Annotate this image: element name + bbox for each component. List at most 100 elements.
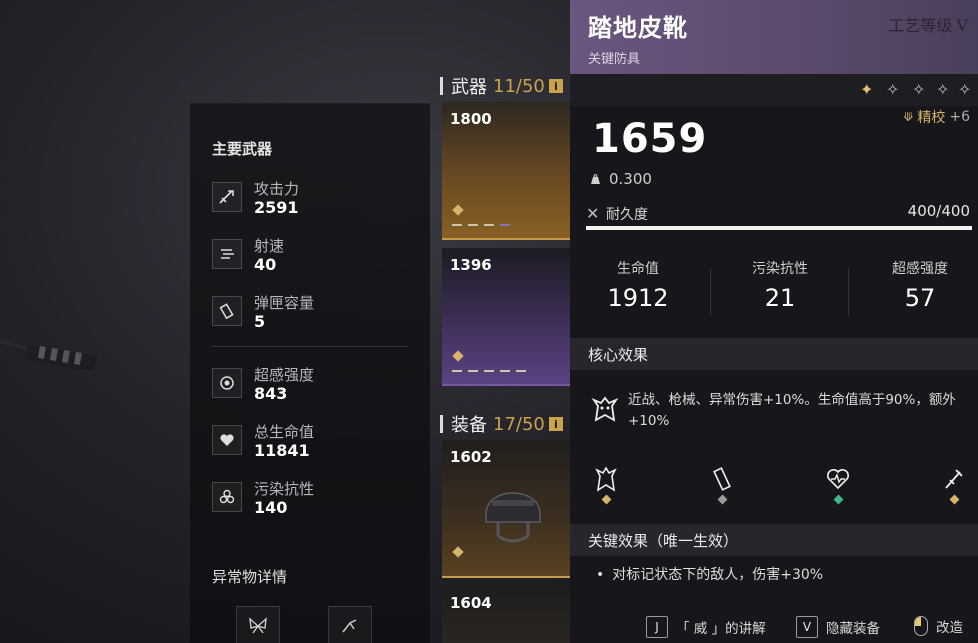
item-detail-header: 踏地皮靴 关键防具 工艺等级 V <box>570 0 978 74</box>
star-empty-icon: ✧ <box>912 80 926 99</box>
stat-label: 总生命值 <box>254 423 315 441</box>
keycap-j: J <box>646 616 668 638</box>
item-score: 1800 <box>450 110 492 128</box>
substat-sense: 超感强度 57 <box>852 258 978 312</box>
rarity-diamond-icon <box>452 546 464 558</box>
upgrade-dashes <box>452 224 510 226</box>
weapon-item-card-2[interactable]: 1396 <box>442 248 570 386</box>
substat-health: 生命值 1912 <box>570 258 706 312</box>
mouse-icon <box>914 616 928 636</box>
biohazard-icon <box>212 482 242 512</box>
rarity-diamond-icon <box>452 350 464 362</box>
item-score: 1604 <box>450 594 492 612</box>
stat-label: 射速 <box>254 237 285 255</box>
stat-fire-rate: 射速 40 <box>212 233 412 275</box>
rarity-underline <box>442 238 570 240</box>
star-empty-icon: ✧ <box>886 80 900 99</box>
beast-icon <box>591 396 619 422</box>
substat-value: 21 <box>764 284 796 312</box>
stat-label: 弹匣容量 <box>254 294 315 312</box>
weight-icon <box>591 173 600 184</box>
stat-value: 40 <box>254 255 277 274</box>
refine-value: +6 <box>949 109 970 125</box>
anomaly-slot-2[interactable] <box>328 606 372 643</box>
hint-label: 隐藏装备 <box>826 621 880 637</box>
stat-magazine: 弹匣容量 5 <box>212 290 412 332</box>
rarity-underline <box>442 576 570 578</box>
rarity-diamond-icon <box>452 204 464 216</box>
divider <box>710 268 711 316</box>
core-effect-header: 核心效果 <box>570 338 978 370</box>
stat-value: 2591 <box>254 198 299 217</box>
core-effect-text: 近战、枪械、异常伤害+10%。生命值高于90%，额外+10% <box>628 392 956 429</box>
divider <box>212 346 408 347</box>
stat-label: 污染抗性 <box>254 480 315 498</box>
info-icon[interactable]: i <box>548 417 563 431</box>
rifle-icon <box>945 469 963 489</box>
section-bar <box>440 77 443 95</box>
stat-value: 11841 <box>254 441 310 460</box>
substat-label: 污染抗性 <box>752 261 808 277</box>
equipment-item-card-2[interactable]: 1604 <box>442 586 570 643</box>
heartbeat-icon <box>827 469 849 490</box>
info-icon[interactable]: i <box>548 79 563 93</box>
stat-value: 843 <box>254 384 288 403</box>
item-detail-panel: 踏地皮靴 关键防具 工艺等级 V ✦ ✧ ✧ ✧ ✧ ⟱ 精校 +6 1659 0… <box>570 0 978 643</box>
beast-icon <box>595 466 617 492</box>
core-slot-beast[interactable] <box>590 466 622 510</box>
upgrade-dashes <box>452 370 526 372</box>
durability-bar-fill <box>586 226 972 230</box>
core-slot-rifle[interactable] <box>938 466 970 510</box>
star-empty-icon: ✧ <box>958 80 972 99</box>
substat-value: 1912 <box>607 284 669 312</box>
substat-label: 生命值 <box>617 261 659 277</box>
stat-label: 攻击力 <box>254 180 300 198</box>
weapons-section-header[interactable]: 武器 11/50 i <box>440 72 570 100</box>
item-score: 1602 <box>450 448 492 466</box>
star-rating: ✦ ✧ ✧ ✧ ✧ <box>570 74 978 106</box>
gem-icon <box>717 494 727 505</box>
core-slot-heartbeat[interactable] <box>822 466 854 510</box>
item-type: 关键防具 <box>588 52 641 67</box>
hint-label: 「 威 」的讲解 <box>676 621 766 637</box>
hint-modify[interactable]: 改造 <box>914 616 963 636</box>
durability-bar <box>586 226 972 230</box>
substats-row: 生命值 1912 污染抗性 21 超感强度 57 <box>570 258 978 328</box>
substat-label: 超感强度 <box>892 261 948 277</box>
rarity-underline <box>442 384 570 386</box>
craft-level-value: V <box>956 16 968 35</box>
equipment-section-header[interactable]: 装备 17/50 i <box>440 410 570 438</box>
gem-icon <box>833 494 843 505</box>
equipment-item-card-1[interactable]: 1602 <box>442 440 570 578</box>
weapons-count: 11/50 <box>493 75 545 97</box>
panel-title: 主要武器 <box>212 140 273 158</box>
stat-value: 140 <box>254 498 288 517</box>
weapon-item-card-1[interactable]: 1800 <box>442 102 570 240</box>
background-weapon-model <box>0 340 97 370</box>
helmet-icon <box>485 492 541 543</box>
gem-icon <box>601 494 611 505</box>
gun-icon <box>713 467 731 491</box>
sense-icon <box>212 368 242 398</box>
key-effect-text: 对标记状态下的敌人，伤害+30% <box>612 567 824 583</box>
weapon-stats-panel: 主要武器 攻击力 2591 射速 40 弹匣容量 5 超感强度 843 总生命值 <box>190 103 430 643</box>
hint-label: 改造 <box>936 620 963 636</box>
refine-label: 精校 <box>917 110 946 126</box>
substat-contamination: 污染抗性 21 <box>712 258 848 312</box>
core-slot-gun[interactable] <box>706 466 738 510</box>
item-name: 踏地皮靴 <box>588 14 688 42</box>
hint-hide-equipment[interactable]: V 隐藏装备 <box>796 616 880 638</box>
weight-row: 0.300 <box>590 170 652 188</box>
repair-icon: ✕ <box>586 204 600 223</box>
substat-value: 57 <box>904 284 936 312</box>
anomaly-details-title: 异常物详情 <box>212 568 288 586</box>
bullet: • <box>596 567 605 583</box>
hint-explain[interactable]: J 「 威 」的讲解 <box>646 616 766 638</box>
durability-value: 400/400 <box>907 202 970 220</box>
heart-icon <box>212 425 242 455</box>
refine-chevron-icon: ⟱ <box>903 110 914 124</box>
anomaly-slot-1[interactable] <box>236 606 280 643</box>
craft-level-label: 工艺等级 <box>888 16 953 35</box>
section-bar <box>440 415 443 433</box>
durability-label: 耐久度 <box>606 207 648 223</box>
